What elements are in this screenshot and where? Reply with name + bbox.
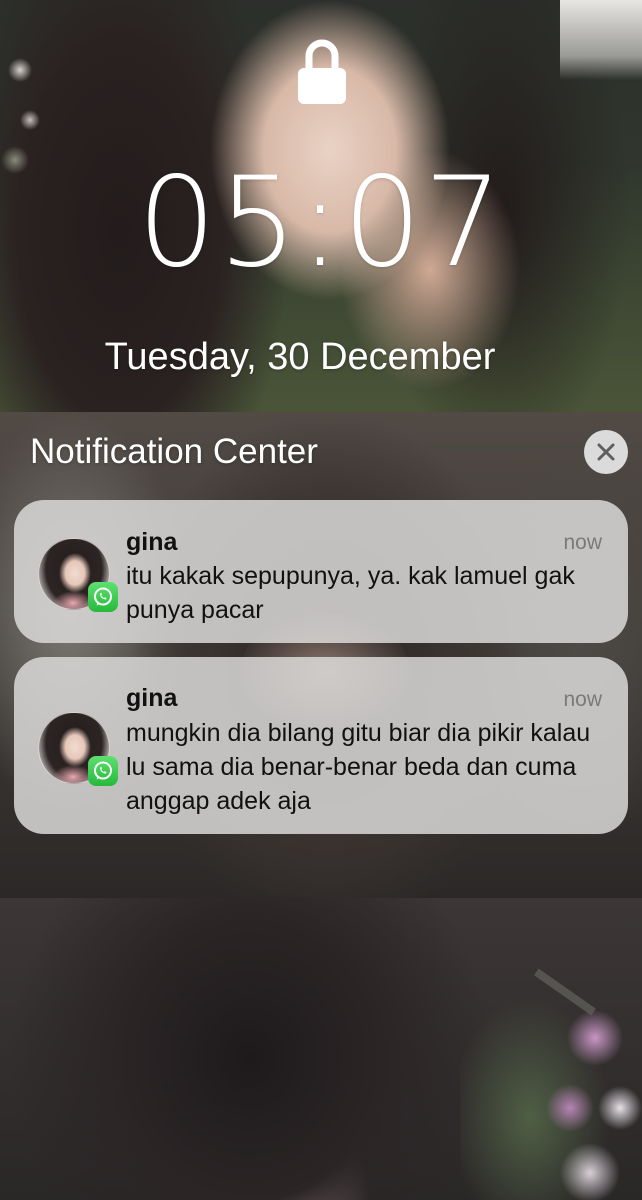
notification-message: itu kakak sepupunya, ya. kak lamuel gak … [126, 562, 575, 624]
sender-avatar-group [38, 712, 132, 806]
lock-screen-date: Tuesday, 30 December [104, 336, 496, 378]
wallpaper-window [560, 0, 642, 80]
wallpaper-plant [460, 958, 642, 1200]
notification-time: now [563, 531, 602, 554]
whatsapp-icon [88, 582, 118, 612]
notification-time: now [563, 688, 602, 711]
sender-avatar-group [38, 538, 132, 632]
lock-screen-time: 05:07 [137, 151, 505, 295]
whatsapp-icon [88, 756, 118, 786]
notification-sender: gina [126, 528, 178, 556]
notification-message: mungkin dia bilang gitu biar dia pikir k… [126, 719, 591, 815]
wallpaper-photo-bottom [0, 898, 642, 1200]
close-icon [597, 443, 615, 461]
clear-notifications-button[interactable] [584, 430, 628, 474]
padlock-icon [296, 36, 348, 106]
notification-sender: gina [126, 684, 178, 712]
notification-card[interactable]: gina now mungkin dia bilang gitu biar di… [14, 657, 628, 834]
notification-card[interactable]: gina now itu kakak sepupunya, ya. kak la… [14, 500, 628, 643]
notification-center-title: Notification Center [30, 432, 318, 471]
